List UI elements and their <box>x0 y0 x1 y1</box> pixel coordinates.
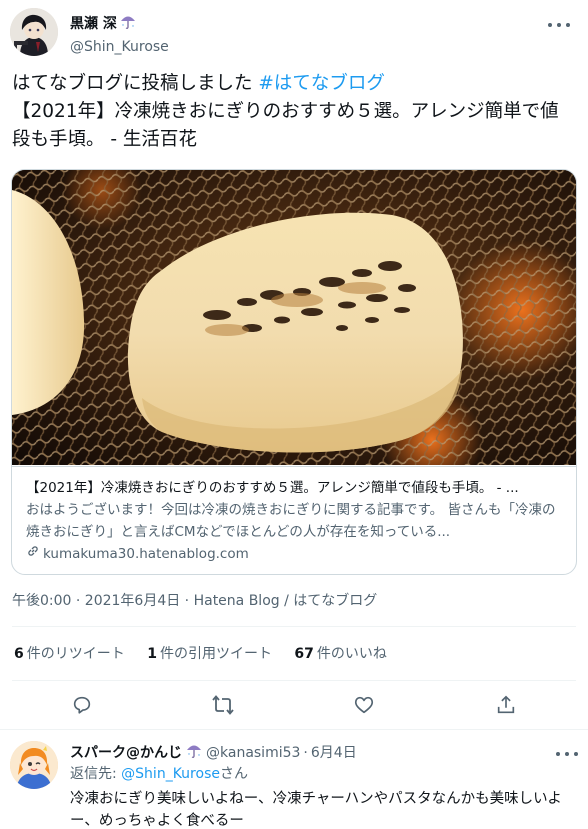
quotes-stat[interactable]: 1 件の引用ツイート <box>147 643 272 665</box>
tweet-text-body: 【2021年】冷凍焼きおにぎりのおすすめ５選。アレンジ簡単で値段も手頃。 - 生… <box>12 101 559 150</box>
more-options-icon[interactable] <box>548 14 570 36</box>
divider <box>0 729 588 730</box>
divider <box>12 680 576 681</box>
likes-stat[interactable]: 67 件のいいね <box>294 643 386 665</box>
tweet-stats: 6 件のリツイート 1 件の引用ツイート 67 件のいいね <box>14 643 405 665</box>
card-domain-text: kumakuma30.hatenablog.com <box>43 546 249 562</box>
author-display-name[interactable]: 黒瀬 深 <box>70 12 169 35</box>
hashtag-link[interactable]: #はてなブログ <box>258 73 385 94</box>
umbrella-icon <box>185 741 203 765</box>
author-name-block: 黒瀬 深 @Shin_Kurose <box>70 12 169 57</box>
retweets-count: 6 <box>14 646 24 662</box>
card-title: 【2021年】冷凍焼きおにぎりのおすすめ５選。アレンジ簡単で値段も手頃。 - .… <box>26 480 519 496</box>
reply-separator: · <box>303 745 308 761</box>
divider <box>12 626 576 627</box>
likes-label: 件のいいね <box>316 646 387 662</box>
author-handle[interactable]: @Shin_Kurose <box>70 37 169 57</box>
card-description: おはようございます！今回は冷凍の焼きおにぎりに関する記事です。 皆さんも「冷凍の… <box>26 502 556 540</box>
retweet-icon[interactable] <box>210 692 236 718</box>
share-icon[interactable] <box>493 692 519 718</box>
author-avatar[interactable] <box>10 8 58 56</box>
reply-author-avatar[interactable] <box>10 741 58 789</box>
reply-date[interactable]: 6月4日 <box>311 743 357 763</box>
quotes-count: 1 <box>147 646 157 662</box>
reply-to-prefix: 返信先: <box>70 766 122 782</box>
reply-icon[interactable] <box>69 692 95 718</box>
card-image[interactable] <box>12 170 576 465</box>
tweet-text: はてなブログに投稿しました #はてなブログ 【2021年】冷凍焼きおにぎりのおす… <box>12 70 572 154</box>
reply-to-mention[interactable]: @Shin_Kurose <box>121 766 220 782</box>
card-domain: kumakuma30.hatenablog.com <box>26 543 562 565</box>
tweet-text-prefix: はてなブログに投稿しました <box>12 73 259 94</box>
reply-author-name[interactable]: スパーク@かんじ <box>70 743 182 763</box>
tweet-timestamp[interactable]: 午後0:00 · 2021年6月4日 · Hatena Blog / はてなブロ… <box>12 590 377 612</box>
retweets-stat[interactable]: 6 件のリツイート <box>14 643 125 665</box>
reply-tweet[interactable]: スパーク@かんじ @kanasimi53 · 6月4日 返信先: @Shin_K… <box>0 731 588 829</box>
card-info[interactable]: 【2021年】冷凍焼きおにぎりのおすすめ５選。アレンジ簡単で値段も手頃。 - .… <box>12 466 576 574</box>
reply-text: 冷凍おにぎり美味しいよねー、冷凍チャーハンやパスタなんかも美味しいよー、めっちゃ… <box>70 791 562 829</box>
reply-to-suffix: さん <box>219 766 248 782</box>
heart-icon[interactable] <box>351 692 377 718</box>
reply-header: スパーク@かんじ @kanasimi53 · 6月4日 <box>70 741 357 765</box>
umbrella-icon <box>119 12 137 35</box>
link-icon <box>26 543 40 565</box>
tweet-actions <box>0 690 588 720</box>
link-card[interactable]: 【2021年】冷凍焼きおにぎりのおすすめ５選。アレンジ簡単で値段も手頃。 - .… <box>11 169 577 575</box>
retweets-label: 件のリツイート <box>26 646 125 662</box>
reply-more-options-icon[interactable] <box>556 743 578 765</box>
quotes-label: 件の引用ツイート <box>159 646 272 662</box>
likes-count: 67 <box>294 646 314 662</box>
author-name-text: 黒瀬 深 <box>70 15 117 32</box>
replying-to: 返信先: @Shin_Kuroseさん <box>70 764 248 784</box>
reply-author-handle[interactable]: @kanasimi53 <box>206 743 300 763</box>
tweet-header: 黒瀬 深 @Shin_Kurose <box>10 8 578 60</box>
